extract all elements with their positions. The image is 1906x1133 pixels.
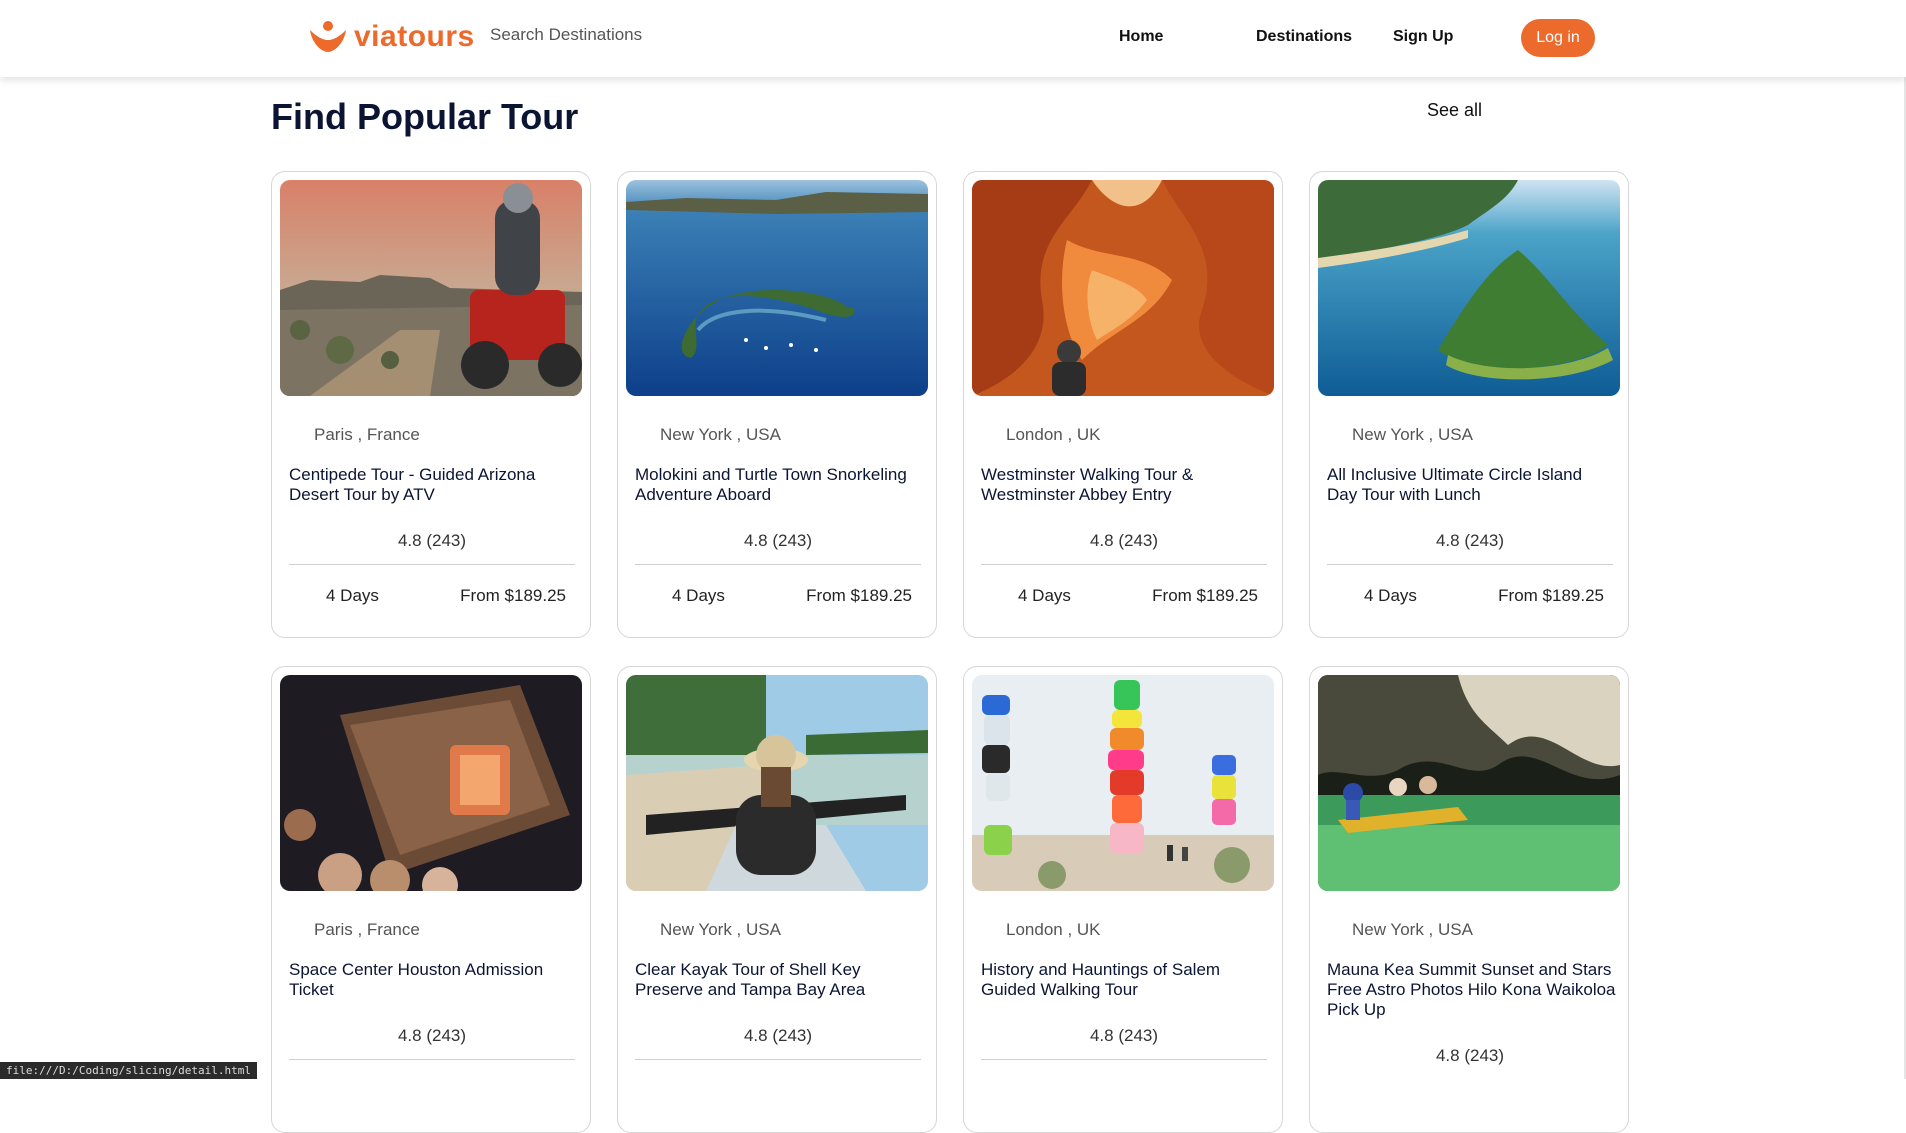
top-navbar: viatours Home Destinations Sign Up Log i… — [0, 0, 1906, 77]
tour-location: New York , USA — [1352, 920, 1473, 939]
tour-price: From $189.25 — [1498, 586, 1604, 605]
tour-location: New York , USA — [660, 920, 781, 939]
tour-price: From $189.25 — [1152, 586, 1258, 605]
tour-rating: 4.8 (243) — [743, 1026, 813, 1045]
nav-sign-up[interactable]: Sign Up — [1393, 28, 1453, 46]
tour-title[interactable]: Mauna Kea Summit Sunset and Stars Free A… — [1327, 960, 1617, 1020]
atv-desert-photo — [280, 180, 582, 396]
tour-title[interactable]: Centipede Tour - Guided Arizona Desert T… — [289, 465, 579, 505]
tour-duration: 4 Days — [672, 586, 725, 605]
card-divider — [289, 564, 575, 565]
tour-card[interactable]: New York , USA Mauna Kea Summit Sunset a… — [1309, 666, 1629, 1133]
tour-rating: 4.8 (243) — [743, 531, 813, 550]
tour-title[interactable]: Clear Kayak Tour of Shell Key Preserve a… — [635, 960, 925, 1000]
tour-card[interactable]: Paris , France Space Center Houston Admi… — [271, 666, 591, 1133]
sea-cave-boat-photo — [1318, 675, 1620, 891]
tour-rating: 4.8 (243) — [1089, 531, 1159, 550]
tour-card[interactable]: New York , USA All Inclusive Ultimate Ci… — [1309, 171, 1629, 638]
brand-name: viatours — [354, 20, 475, 53]
card-divider — [635, 564, 921, 565]
tour-title[interactable]: Molokini and Turtle Town Snorkeling Adve… — [635, 465, 925, 505]
tour-title[interactable]: Westminster Walking Tour & Westminster A… — [981, 465, 1271, 505]
tour-title[interactable]: History and Hauntings of Salem Guided Wa… — [981, 960, 1271, 1000]
painted-rock-towers-photo — [972, 675, 1274, 891]
tour-image[interactable] — [972, 675, 1274, 891]
section-title: Find Popular Tour — [271, 96, 579, 137]
tour-duration: 4 Days — [1018, 586, 1071, 605]
tour-rating: 4.8 (243) — [1435, 1046, 1505, 1065]
tour-location: Paris , France — [314, 425, 420, 444]
tour-rating: 4.8 (243) — [397, 1026, 467, 1045]
tour-price: From $189.25 — [806, 586, 912, 605]
tour-price: From $189.25 — [460, 586, 566, 605]
tour-title[interactable]: Space Center Houston Admission Ticket — [289, 960, 579, 1000]
tour-card[interactable]: New York , USA Clear Kayak Tour of Shell… — [617, 666, 937, 1133]
space-capsule-exhibit-photo — [280, 675, 582, 891]
tour-image[interactable] — [972, 180, 1274, 396]
tour-image[interactable] — [626, 180, 928, 396]
crater-island-ocean-photo — [626, 180, 928, 396]
nav-destinations[interactable]: Destinations — [1256, 28, 1352, 46]
tour-image[interactable] — [1318, 180, 1620, 396]
tour-rating: 4.8 (243) — [1089, 1026, 1159, 1045]
tour-location: New York , USA — [1352, 425, 1473, 444]
tour-card[interactable]: New York , USA Molokini and Turtle Town … — [617, 171, 937, 638]
card-divider — [981, 1059, 1267, 1060]
tour-image[interactable] — [626, 675, 928, 891]
tour-location: New York , USA — [660, 425, 781, 444]
tour-card[interactable]: Paris , France Centipede Tour - Guided A… — [271, 171, 591, 638]
kayak-mangrove-photo — [626, 675, 928, 891]
tour-title[interactable]: All Inclusive Ultimate Circle Island Day… — [1327, 465, 1617, 505]
search-input[interactable] — [490, 23, 710, 47]
tour-image[interactable] — [1318, 675, 1620, 891]
tour-rating: 4.8 (243) — [397, 531, 467, 550]
tour-location: Paris , France — [314, 920, 420, 939]
card-divider — [1327, 564, 1613, 565]
sandstone-canyon-photo — [972, 180, 1274, 396]
tour-rating: 4.8 (243) — [1435, 531, 1505, 550]
nav-home[interactable]: Home — [1119, 28, 1163, 46]
tour-image[interactable] — [280, 180, 582, 396]
tropical-island-photo — [1318, 180, 1620, 396]
card-divider — [289, 1059, 575, 1060]
tour-card[interactable]: London , UK History and Hauntings of Sal… — [963, 666, 1283, 1133]
brand-logo[interactable]: viatours — [308, 20, 475, 54]
tour-image[interactable] — [280, 675, 582, 891]
logo-icon — [310, 21, 346, 52]
tour-location: London , UK — [1006, 425, 1101, 444]
card-divider — [635, 1059, 921, 1060]
tour-card[interactable]: London , UK Westminster Walking Tour & W… — [963, 171, 1283, 638]
see-all-link[interactable]: See all — [1427, 100, 1482, 121]
tour-location: London , UK — [1006, 920, 1101, 939]
login-button[interactable]: Log in — [1521, 19, 1595, 57]
tour-duration: 4 Days — [326, 586, 379, 605]
browser-status-bar: file:///D:/Coding/slicing/detail.html — [0, 1062, 258, 1079]
tour-duration: 4 Days — [1364, 586, 1417, 605]
card-divider — [981, 564, 1267, 565]
